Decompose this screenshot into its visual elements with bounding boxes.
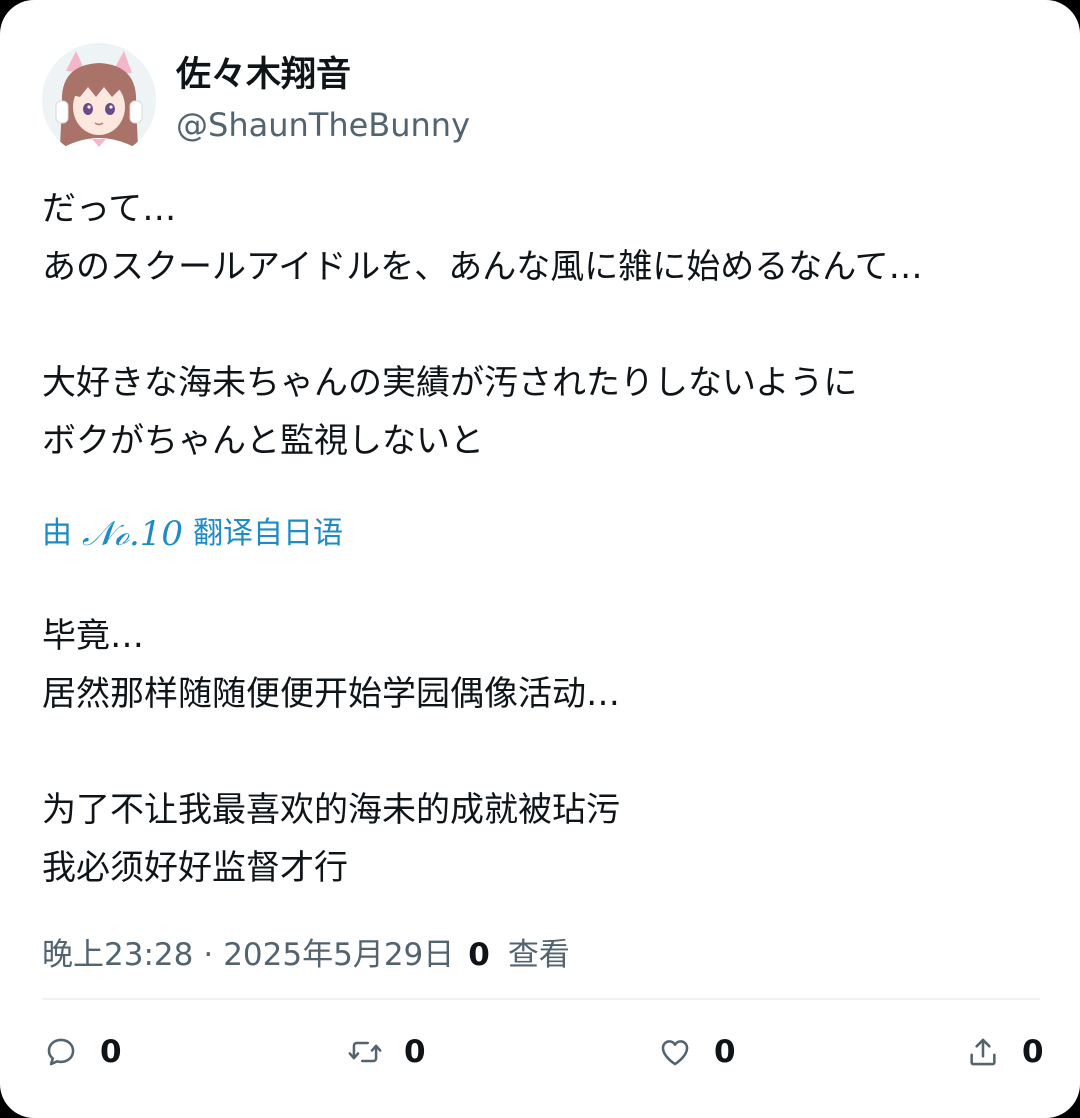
tweet-header: 佐々木翔音 @ShaunTheBunny bbox=[42, 42, 470, 158]
avatar[interactable] bbox=[42, 43, 156, 157]
tweet-text-translated: 毕竟… 居然那样随随便便开始学园偶像活动… 为了不让我最喜欢的海未的成就被玷污 … bbox=[42, 616, 620, 888]
tweet-text-original: だって… あのスクールアイドルを、あんな風に雑に始めるなんて… 大好きな海未ちゃ… bbox=[42, 189, 923, 461]
share-upload-icon bbox=[964, 1033, 1002, 1071]
tweet-card: 佐々木翔音 @ShaunTheBunny だって… あのスクールアイドルを、あん… bbox=[0, 0, 1080, 1118]
share-button[interactable]: 0 bbox=[964, 1028, 1044, 1076]
heart-icon bbox=[656, 1033, 694, 1071]
author-display-name[interactable]: 佐々木翔音 bbox=[176, 53, 470, 97]
tweet-date[interactable]: 2025年5月29日 bbox=[223, 932, 454, 978]
translation-prefix: 由 bbox=[42, 516, 72, 551]
retweet-button[interactable]: 0 bbox=[346, 1028, 426, 1076]
reply-count: 0 bbox=[100, 1034, 122, 1070]
views-label: 查看 bbox=[507, 937, 570, 973]
divider bbox=[42, 998, 1040, 1000]
speech-bubble-icon bbox=[42, 1033, 80, 1071]
reply-button[interactable]: 0 bbox=[42, 1028, 122, 1076]
retweet-arrows-icon bbox=[346, 1033, 384, 1071]
translation-model-name: 𝒩ℴ.10 bbox=[82, 514, 184, 554]
translation-note[interactable]: 由 𝒩ℴ.10 翻译自日语 bbox=[42, 510, 343, 558]
translation-suffix: 翻译自日语 bbox=[193, 516, 344, 551]
avatar-illustration bbox=[42, 43, 156, 157]
author-names: 佐々木翔音 @ShaunTheBunny bbox=[176, 53, 470, 147]
like-button[interactable]: 0 bbox=[656, 1028, 736, 1076]
author-handle[interactable]: @ShaunTheBunny bbox=[176, 103, 470, 147]
views-count: 0 bbox=[468, 937, 490, 973]
share-count: 0 bbox=[1022, 1034, 1044, 1070]
like-count: 0 bbox=[714, 1034, 736, 1070]
meta-separator: · bbox=[203, 937, 214, 973]
tweet-meta: 晚上23:28 · 2025年5月29日 0 查看 bbox=[42, 932, 570, 978]
retweet-count: 0 bbox=[404, 1034, 426, 1070]
tweet-time[interactable]: 晚上23:28 bbox=[42, 932, 193, 978]
